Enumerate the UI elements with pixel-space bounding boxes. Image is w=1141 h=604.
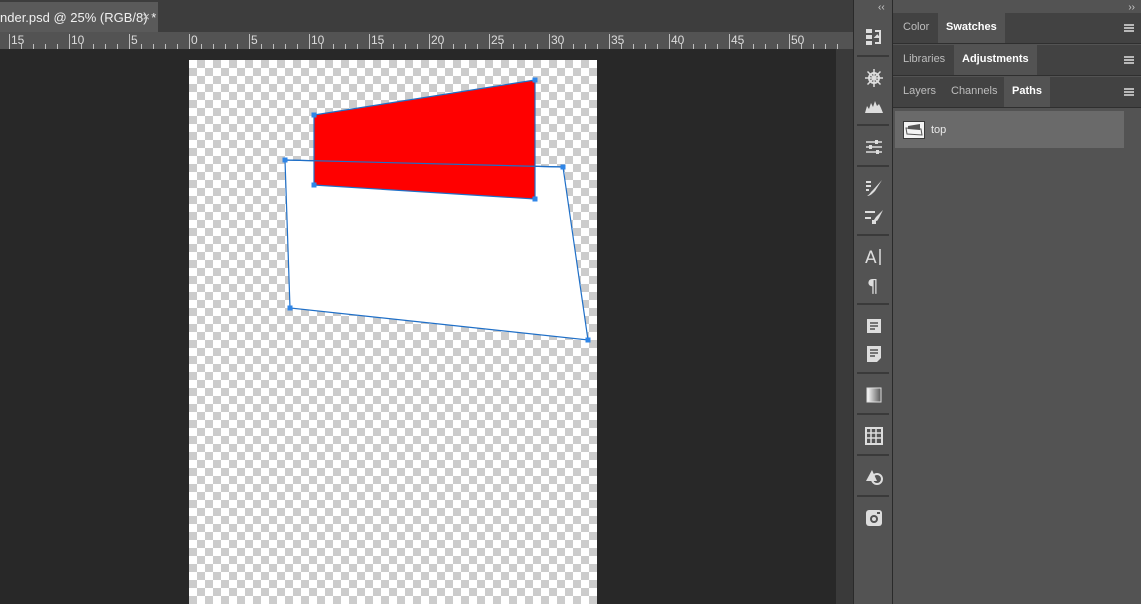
ruler-label: 10 — [71, 33, 85, 47]
strip-divider — [857, 454, 889, 456]
settings-wheel-icon[interactable] — [863, 67, 885, 89]
ruler-label: 15 — [371, 33, 385, 47]
strip-divider — [857, 413, 889, 415]
anchor-point — [532, 77, 538, 83]
info-icon[interactable] — [863, 315, 885, 337]
svg-text:A: A — [865, 248, 877, 267]
anchor-point — [287, 305, 293, 311]
histogram-icon[interactable] — [863, 95, 885, 117]
ruler-label: 40 — [671, 33, 685, 47]
strip-divider — [857, 303, 889, 305]
canvas-area[interactable] — [0, 49, 836, 604]
shapes-icon[interactable] — [863, 466, 885, 488]
camera-icon[interactable] — [863, 507, 885, 529]
document-tab[interactable]: nder.psd @ 25% (RGB/8) * × — [0, 2, 158, 32]
ruler-label: 35 — [611, 33, 625, 47]
libraries-adjustments-tabs: Libraries Adjustments — [893, 45, 1141, 76]
anchor-point — [532, 196, 538, 202]
close-icon[interactable]: × — [142, 9, 150, 24]
color-swatches-tabs: Color Swatches — [893, 13, 1141, 44]
anchor-point — [560, 164, 566, 170]
gradients-icon[interactable] — [863, 384, 885, 406]
tab-swatches[interactable]: Swatches — [938, 13, 1005, 43]
shape-layer[interactable] — [0, 49, 836, 604]
red-shape[interactable] — [313, 79, 536, 200]
ruler-label: 45 — [731, 33, 745, 47]
tab-libraries[interactable]: Libraries — [895, 45, 953, 75]
tab-channels[interactable]: Channels — [943, 77, 1005, 107]
panel-icon-strip: ‹‹ A ¶ — [853, 0, 893, 604]
strip-divider — [857, 372, 889, 374]
strip-divider — [857, 495, 889, 497]
panel-menu-icon[interactable] — [1124, 88, 1134, 96]
navigator-grid-icon[interactable] — [863, 425, 885, 447]
ruler-label: 30 — [551, 33, 565, 47]
tab-adjustments[interactable]: Adjustments — [954, 45, 1037, 75]
layers-channels-paths-tabs: Layers Channels Paths — [893, 77, 1141, 108]
strip-divider — [857, 234, 889, 236]
tab-paths[interactable]: Paths — [1004, 77, 1050, 107]
path-item[interactable]: top — [895, 111, 1124, 148]
panel-menu-icon[interactable] — [1124, 56, 1134, 64]
brush-settings-icon[interactable] — [863, 205, 885, 227]
notes-icon[interactable] — [863, 343, 885, 365]
ruler-label: 5 — [131, 33, 138, 47]
ruler-ticks — [9, 34, 838, 49]
properties-sliders-icon[interactable] — [863, 136, 885, 158]
ruler-label: 0 — [191, 33, 198, 47]
tab-layers[interactable]: Layers — [895, 77, 944, 107]
horizontal-ruler: 15 10 5 0 5 10 15 20 25 30 35 40 45 50 — [0, 32, 853, 49]
strip-divider — [857, 124, 889, 126]
strip-divider — [857, 165, 889, 167]
strip-divider — [857, 55, 889, 57]
document-tab-bar: nder.psd @ 25% (RGB/8) * × — [0, 0, 853, 32]
anchor-point — [311, 112, 317, 118]
ruler-label: 20 — [431, 33, 445, 47]
path-name: top — [931, 123, 947, 136]
anchor-point — [311, 182, 317, 188]
brush-icon[interactable] — [863, 177, 885, 199]
panel-menu-icon[interactable] — [1124, 24, 1134, 32]
vertical-scrollbar[interactable] — [836, 49, 853, 604]
expand-icon[interactable]: ›› — [1128, 2, 1135, 13]
ruler-label: 25 — [491, 33, 505, 47]
ruler-label: 5 — [251, 33, 258, 47]
path-thumbnail — [903, 120, 925, 139]
ruler-label: 15 — [11, 33, 25, 47]
history-brush-icon[interactable] — [863, 26, 885, 48]
tab-color[interactable]: Color — [895, 13, 937, 43]
svg-text:¶: ¶ — [867, 276, 878, 295]
anchor-point — [585, 337, 591, 343]
character-icon[interactable]: A — [863, 246, 885, 268]
document-title: nder.psd @ 25% (RGB/8) * — [0, 9, 157, 25]
ruler-label: 10 — [311, 33, 325, 47]
paragraph-icon[interactable]: ¶ — [863, 274, 885, 296]
anchor-point — [282, 157, 288, 163]
ruler-label: 50 — [791, 33, 805, 47]
collapse-icon[interactable]: ‹‹ — [878, 2, 885, 13]
right-panel-dock: ›› Color Swatches Libraries Adjustments … — [893, 0, 1141, 604]
